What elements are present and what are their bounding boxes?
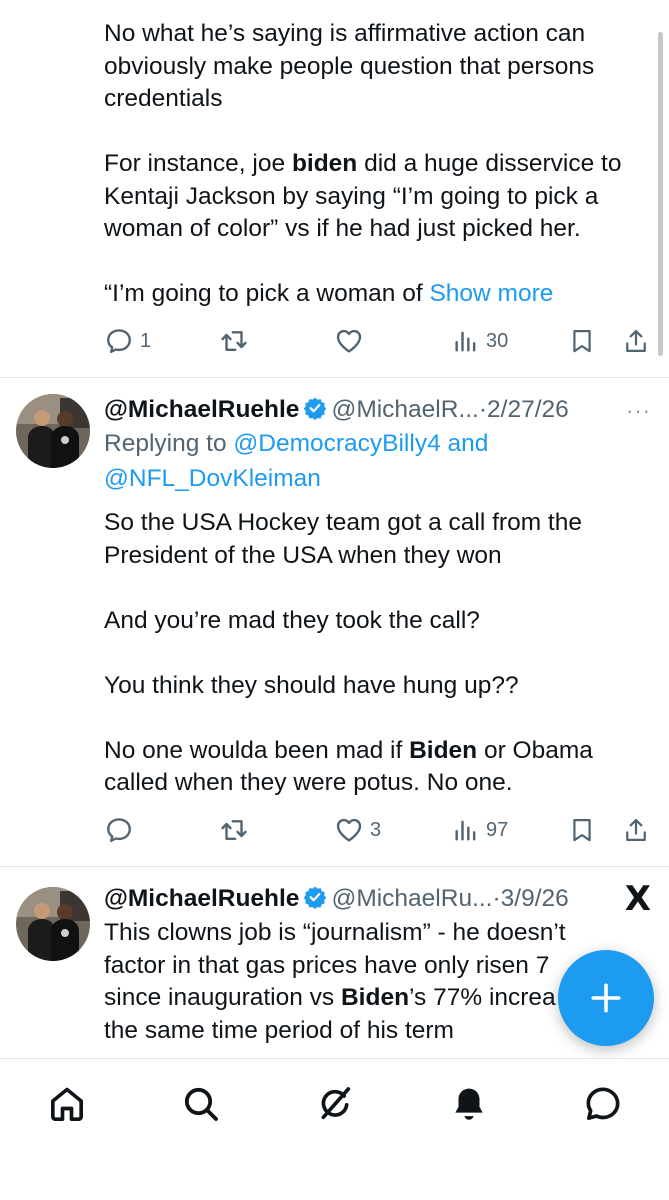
repost-button[interactable]: [218, 324, 250, 358]
notifications-icon: [455, 1088, 483, 1120]
avatar[interactable]: [16, 887, 90, 961]
repost-icon: [221, 331, 247, 351]
tab-search[interactable]: [176, 1079, 226, 1129]
reply-icon: [107, 818, 131, 843]
views-button[interactable]: 97: [452, 813, 508, 847]
search-icon: [184, 1087, 218, 1121]
reply-icon: [107, 329, 131, 354]
tweet-actions: 1 30: [104, 324, 664, 358]
x-logo-icon: X: [624, 879, 651, 919]
avatar-image: [16, 394, 90, 468]
tweet-card[interactable]: @MichaelRuehle @MichaelR...·2/27/26 ··· R…: [0, 378, 669, 866]
tweet-line: This clowns job is “journalism” - he doe…: [104, 919, 566, 946]
repost-icon: [221, 820, 247, 840]
author-handle[interactable]: @MichaelRu...: [331, 885, 492, 912]
share-button[interactable]: [622, 324, 650, 358]
tweet-paragraph: “I’m going to pick a woman of Show more: [104, 278, 644, 311]
heart-icon: [336, 818, 362, 842]
tweet-actions: 3 97: [104, 813, 664, 847]
tweet-paragraph: No one woulda been mad if Biden or Obama…: [104, 735, 644, 800]
author-handle[interactable]: @MichaelR...: [331, 396, 478, 423]
tweet-card[interactable]: @MichaelRuehle @MichaelRu...·3/9/26 X Thi…: [0, 867, 669, 1058]
separator-dot: ·: [478, 396, 488, 423]
show-more-link[interactable]: Show more: [429, 280, 553, 307]
plus-icon: [591, 983, 621, 1013]
author-name[interactable]: @MichaelRuehle: [104, 885, 299, 912]
replying-prefix: Replying to: [104, 430, 234, 457]
bookmark-button[interactable]: [568, 324, 596, 358]
replying-and: and: [440, 430, 489, 457]
tweet-card[interactable]: No what he’s saying is affirmative actio…: [0, 0, 669, 377]
grok-icon: [321, 1087, 351, 1120]
replying-to: Replying to @DemocracyBilly4 and @NFL_Do…: [104, 426, 644, 496]
tweet-text: So the USA Hockey team got a call from t…: [104, 507, 644, 800]
share-button[interactable]: [622, 813, 650, 847]
views-icon: [455, 331, 476, 352]
tweet-text: No what he’s saying is affirmative actio…: [104, 18, 644, 311]
tweet-paragraph: For instance, joe biden did a huge disse…: [104, 148, 644, 246]
tab-home[interactable]: [42, 1079, 92, 1129]
tab-notifications[interactable]: [444, 1079, 494, 1129]
views-count: 30: [486, 329, 509, 352]
tab-grok[interactable]: [310, 1079, 360, 1129]
views-count: 97: [486, 818, 509, 841]
compose-button[interactable]: [558, 950, 654, 1046]
tweet-header: @MichaelRuehle @MichaelR...·2/27/26: [104, 394, 664, 426]
like-button[interactable]: 3: [334, 813, 381, 847]
timeline-feed[interactable]: No what he’s saying is affirmative actio…: [0, 0, 669, 1058]
separator-dot: ·: [492, 885, 501, 912]
tab-messages[interactable]: [578, 1079, 628, 1129]
mention-link[interactable]: @DemocracyBilly4: [233, 430, 440, 457]
repost-button[interactable]: [218, 813, 250, 847]
text-run: ’s 77% increa: [409, 984, 556, 1011]
bookmark-icon: [573, 329, 591, 353]
like-button[interactable]: [334, 324, 364, 358]
tweet-paragraph: No what he’s saying is affirmative actio…: [104, 18, 644, 116]
bookmark-icon: [573, 818, 591, 842]
share-icon: [626, 818, 646, 842]
home-icon: [51, 1087, 83, 1121]
reply-button[interactable]: 1: [104, 324, 151, 358]
reply-button[interactable]: [104, 813, 134, 847]
bookmark-button[interactable]: [568, 813, 596, 847]
highlighted-term: Biden: [409, 736, 478, 764]
tweet-date[interactable]: 3/9/26: [501, 885, 569, 912]
tweet-paragraph: So the USA Hockey team got a call from t…: [104, 507, 644, 572]
avatar[interactable]: [16, 394, 90, 468]
like-count: 3: [370, 818, 382, 841]
text-run: You think they should have hung up??: [104, 671, 519, 699]
text-run: No what he’s saying is affirmative actio…: [104, 20, 595, 112]
avatar-image: [16, 887, 90, 961]
tweet-date[interactable]: 2/27/26: [487, 396, 569, 423]
bottom-tab-bar: [0, 1058, 669, 1200]
tweet-paragraph: You think they should have hung up??: [104, 670, 644, 703]
text-run: For instance, joe: [104, 150, 292, 177]
author-name[interactable]: @MichaelRuehle: [104, 396, 299, 423]
highlighted-term: Biden: [340, 984, 410, 1011]
text-run: No one woulda been mad if: [104, 736, 410, 764]
text-run: So the USA Hockey team got a call from t…: [104, 509, 582, 569]
highlighted-term: biden: [291, 150, 358, 177]
reply-count: 1: [140, 329, 152, 352]
views-button[interactable]: 30: [452, 324, 508, 358]
text-run: since inauguration vs: [104, 984, 341, 1011]
tweet-paragraph: And you’re mad they took the call?: [104, 605, 644, 638]
mention-link[interactable]: @NFL_DovKleiman: [104, 465, 321, 492]
text-run: “I’m going to pick a woman of: [104, 280, 430, 307]
messages-icon: [586, 1087, 620, 1120]
text-run: And you’re mad they took the call?: [104, 606, 480, 634]
heart-icon: [336, 329, 362, 353]
verified-badge-icon: [304, 886, 327, 909]
tweet-header: @MichaelRuehle @MichaelRu...·3/9/26: [104, 883, 664, 915]
more-options-icon[interactable]: ···: [626, 398, 651, 424]
verified-badge-icon: [304, 397, 327, 420]
views-icon: [455, 820, 476, 841]
share-icon: [626, 329, 646, 353]
